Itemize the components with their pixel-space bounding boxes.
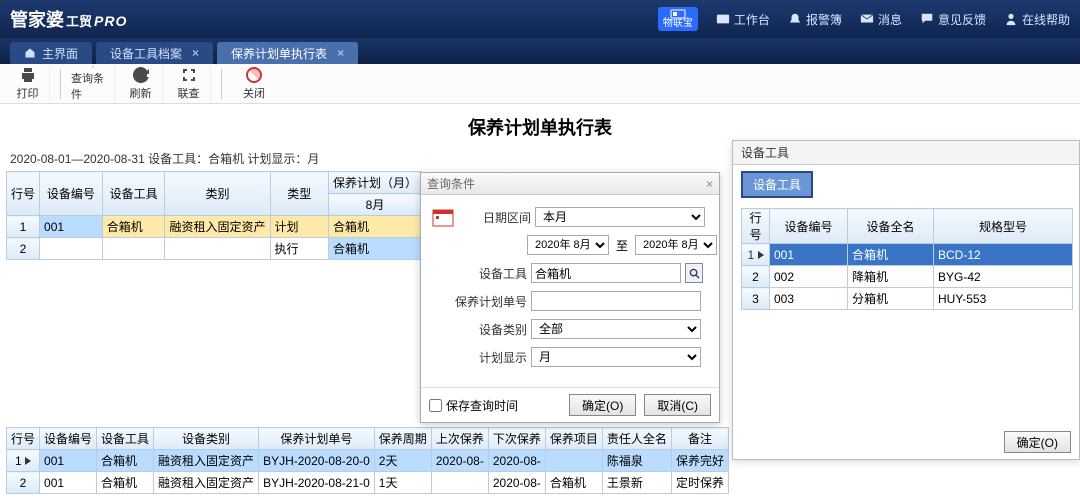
table-row[interactable]: 1 001 合箱机 融资租入固定资产 计划 合箱机 bbox=[7, 216, 422, 238]
device-grid[interactable]: 行号设备编号设备全名规格型号 1 001合箱机BCD-12 2002降箱机BYG… bbox=[741, 208, 1073, 310]
print-button[interactable]: 打印 bbox=[6, 66, 50, 102]
save-time-checkbox[interactable]: 保存查询时间 bbox=[429, 397, 518, 414]
close-icon[interactable]: × bbox=[192, 46, 199, 60]
query-dialog: 查询条件× 日期区间 本月 2020年 8月 1日 至 2020年 8月31日 … bbox=[420, 172, 720, 423]
panel-tab[interactable]: 设备工具 bbox=[741, 171, 813, 198]
row-pointer-icon bbox=[25, 457, 31, 465]
dialog-title: 查询条件 bbox=[427, 175, 475, 192]
panel-ok-button[interactable]: 确定(O) bbox=[1004, 431, 1071, 453]
menu-message[interactable]: 消息 bbox=[860, 11, 902, 28]
date-range-select[interactable]: 本月 bbox=[535, 207, 705, 227]
table-row[interactable]: 3003分箱机HUY-553 bbox=[742, 288, 1073, 310]
panel-title: 设备工具 bbox=[733, 141, 1079, 165]
refresh-button[interactable]: 刷新 bbox=[119, 66, 163, 102]
tab-archive[interactable]: 设备工具档案× bbox=[96, 42, 213, 64]
table-row[interactable]: 2 执行 合箱机 bbox=[7, 238, 422, 260]
device-lookup-panel: 设备工具 设备工具 行号设备编号设备全名规格型号 1 001合箱机BCD-12 … bbox=[732, 140, 1080, 460]
menu-feedback[interactable]: 意见反馈 bbox=[920, 11, 986, 28]
document-tabs: 主界面 设备工具档案× 保养计划单执行表× bbox=[0, 38, 1080, 64]
link-button[interactable]: 联查 bbox=[167, 66, 211, 102]
ok-button[interactable]: 确定(O) bbox=[569, 394, 636, 416]
row-pointer-icon bbox=[758, 251, 764, 259]
app-topbar: 管家婆 工贸 PRO 物联宝 工作台 报警簿 消息 意见反馈 在线帮助 bbox=[0, 0, 1080, 38]
toolbar: 打印 查询条件 刷新 联查 关闭 bbox=[0, 64, 1080, 104]
menu-alarm[interactable]: 报警簿 bbox=[788, 11, 842, 28]
category-select[interactable]: 全部 bbox=[531, 319, 701, 339]
table-row[interactable]: 2002降箱机BYG-42 bbox=[742, 266, 1073, 288]
date-to[interactable]: 2020年 8月31日 bbox=[635, 235, 717, 255]
table-row[interactable]: 1 001合箱机融资租入固定资产 BYJH-2020-08-20-02天2020… bbox=[7, 450, 729, 472]
table-row[interactable]: 2 001合箱机融资租入固定资产 BYJH-2020-08-21-01天 202… bbox=[7, 472, 729, 494]
plan-input[interactable] bbox=[531, 291, 701, 311]
tab-plan-exec[interactable]: 保养计划单执行表× bbox=[217, 42, 358, 64]
iot-badge[interactable]: 物联宝 bbox=[658, 7, 698, 31]
tab-home[interactable]: 主界面 bbox=[10, 42, 92, 64]
display-select[interactable]: 月 bbox=[531, 347, 701, 367]
table-row[interactable]: 1 001合箱机BCD-12 bbox=[742, 244, 1073, 266]
query-button[interactable]: 查询条件 bbox=[71, 66, 115, 102]
plan-detail-grid[interactable]: 行号 设备编号 设备工具 设备类别 保养计划单号 保养周期 上次保养 下次保养 … bbox=[6, 427, 729, 494]
menu-workbench[interactable]: 工作台 bbox=[716, 11, 770, 28]
lookup-button[interactable] bbox=[685, 263, 703, 283]
app-logo: 管家婆 工贸 PRO bbox=[10, 6, 127, 32]
plan-summary-grid[interactable]: 行号 设备编号 设备工具 类别 类型 保养计划（月） 8月 1 001 合箱机 … bbox=[6, 171, 422, 260]
menu-help[interactable]: 在线帮助 bbox=[1004, 11, 1070, 28]
page-title: 保养计划单执行表 bbox=[0, 114, 1080, 140]
close-button[interactable]: 关闭 bbox=[232, 66, 276, 102]
close-icon[interactable]: × bbox=[706, 177, 713, 191]
date-from[interactable]: 2020年 8月 1日 bbox=[527, 235, 609, 255]
calendar-icon bbox=[431, 207, 455, 227]
close-icon[interactable]: × bbox=[337, 46, 344, 60]
tool-input[interactable] bbox=[531, 263, 681, 283]
cancel-button[interactable]: 取消(C) bbox=[644, 394, 711, 416]
